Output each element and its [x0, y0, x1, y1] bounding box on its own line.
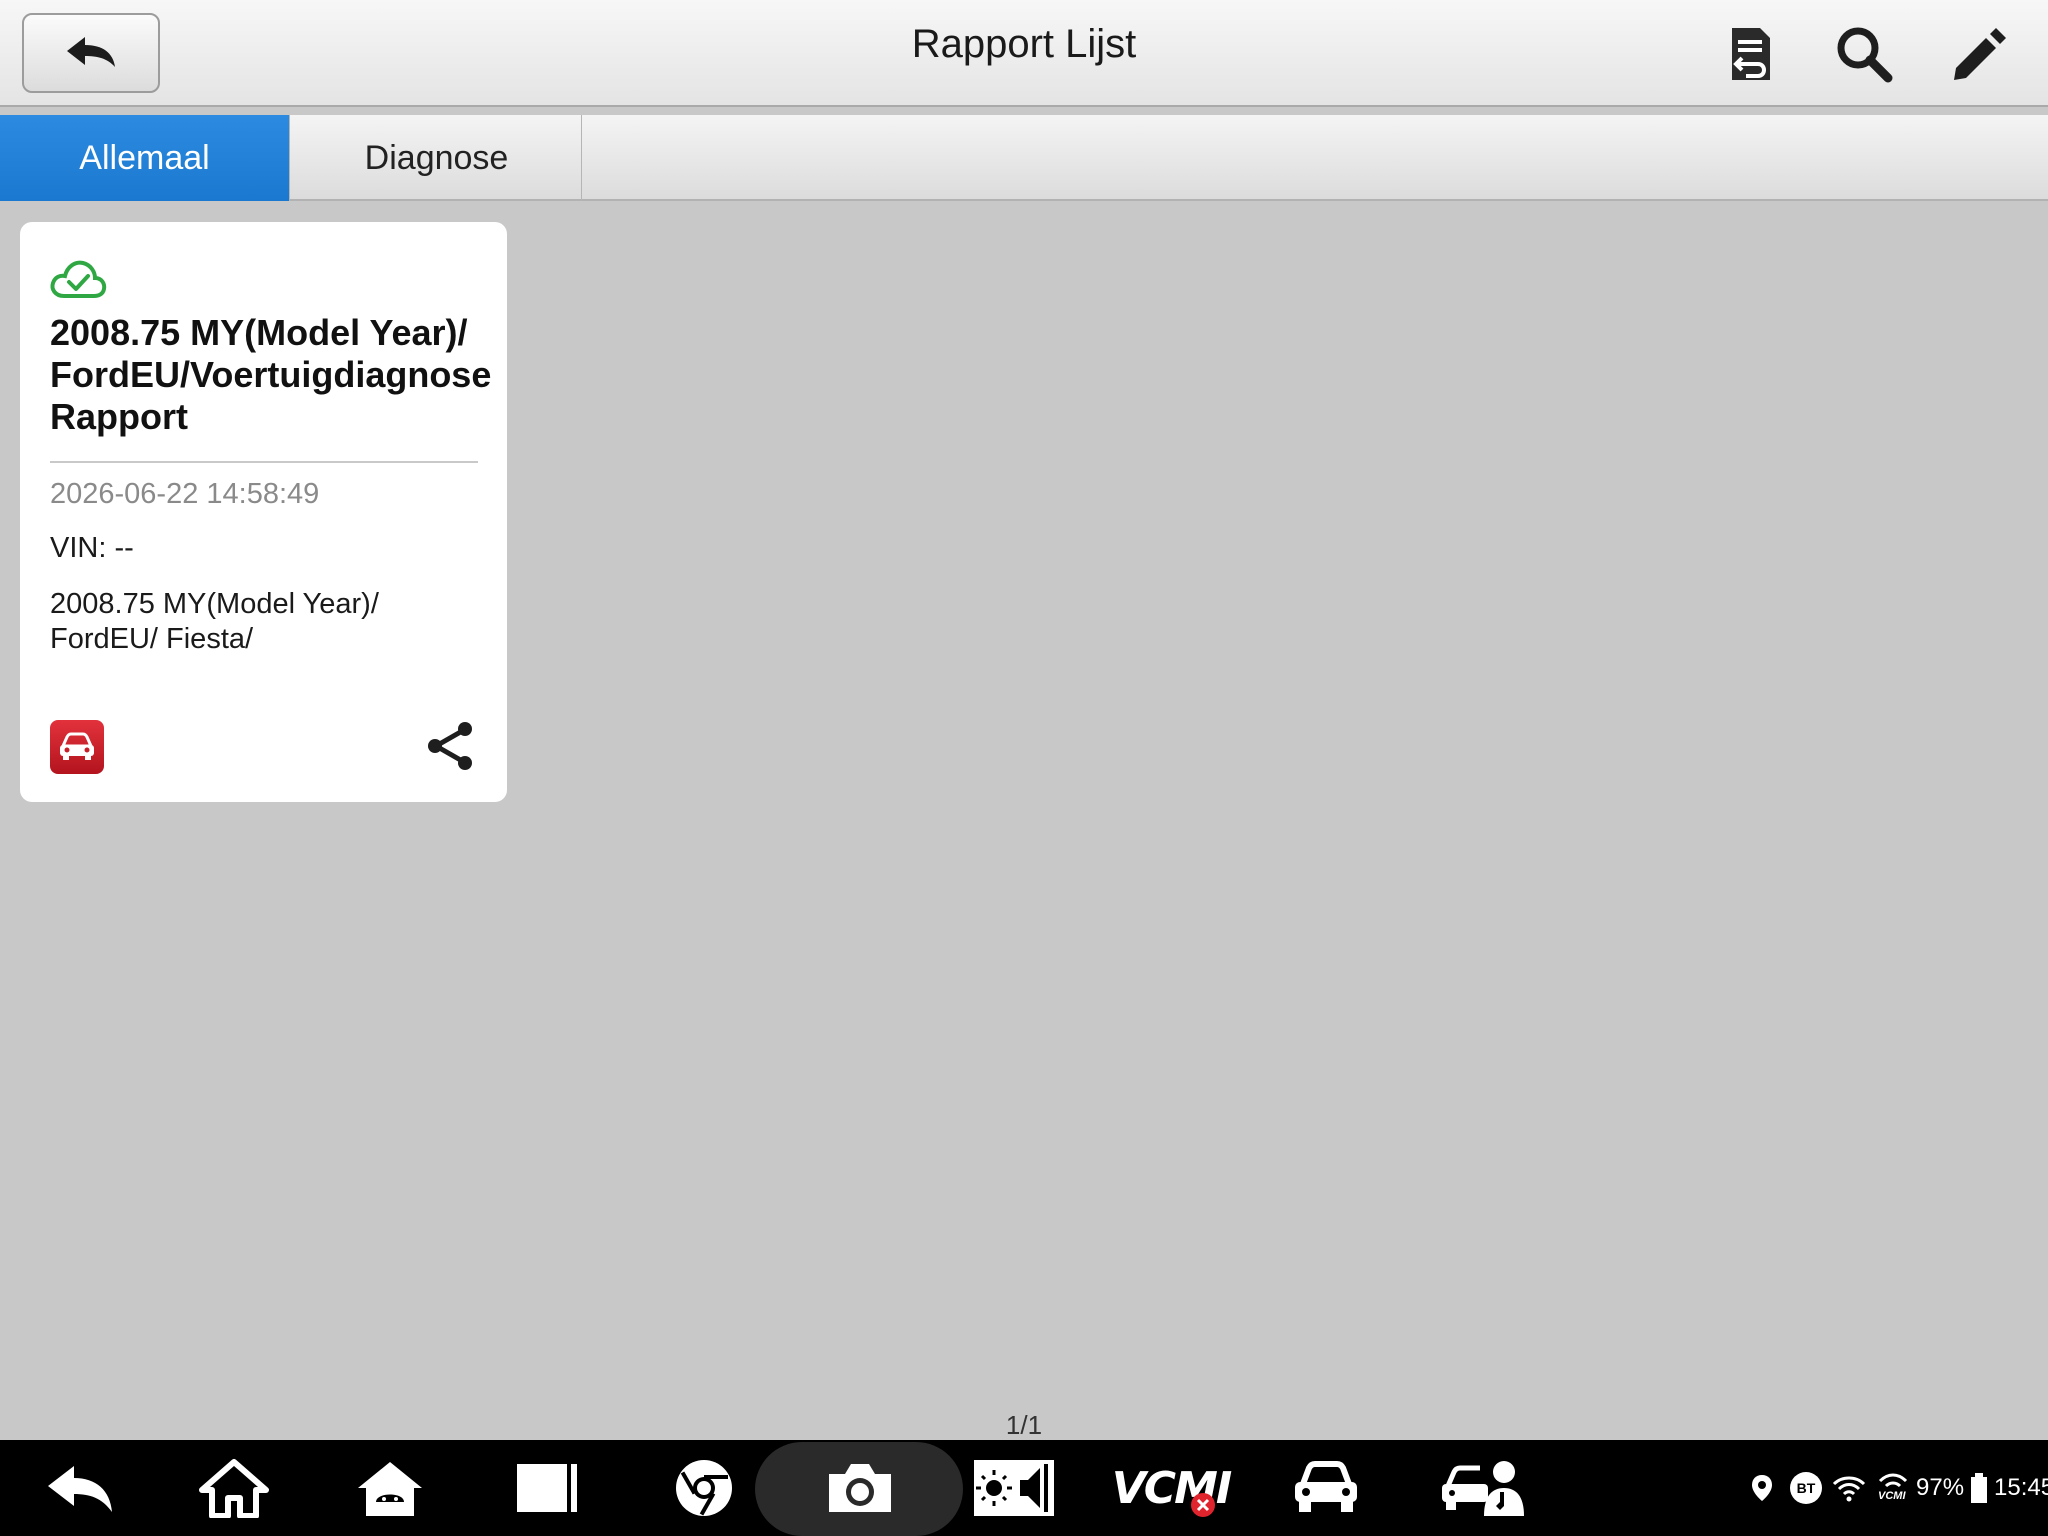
nav-back-icon	[48, 1466, 112, 1512]
report-vin: VIN: --	[50, 532, 134, 564]
nav-home-button[interactable]	[194, 1458, 274, 1518]
vcmi-disconnected-icon	[1191, 1493, 1215, 1517]
nav-vehicle-button[interactable]	[1286, 1458, 1366, 1518]
share-icon[interactable]	[422, 718, 478, 774]
report-title: 2008.75 MY(Model Year)/ FordEU/Voertuigd…	[50, 312, 492, 437]
edit-pencil-icon[interactable]	[1946, 22, 2010, 86]
tab-diagnose[interactable]: Diagnose	[292, 115, 582, 201]
wifi-icon	[1832, 1476, 1866, 1502]
bluetooth-badge: BT	[1790, 1472, 1822, 1504]
nav-remote-expert-button[interactable]	[1440, 1458, 1524, 1518]
system-nav-bar: VCMI BT VCMI 97% 15:45	[0, 1440, 2048, 1536]
battery-percent: 97%	[1916, 1474, 1965, 1501]
android-home-icon	[358, 1462, 422, 1516]
car-technician-icon	[1442, 1461, 1524, 1516]
nav-browser-button[interactable]	[664, 1458, 744, 1518]
vcmi-small-label: VCMI	[1878, 1490, 1906, 1502]
status-area: BT VCMI 97% 15:45	[1750, 1440, 2048, 1536]
home-icon	[199, 1459, 269, 1518]
nav-back-button[interactable]	[40, 1458, 120, 1518]
tab-bar: Allemaal Diagnose	[0, 115, 2048, 201]
report-return-icon[interactable]	[1718, 22, 1782, 86]
nav-screenshot-button[interactable]	[820, 1458, 900, 1518]
recents-icon	[517, 1464, 577, 1512]
car-icon	[1295, 1461, 1357, 1512]
camera-icon	[829, 1464, 891, 1512]
chrome-icon	[676, 1460, 732, 1516]
pagination-indicator: 1/1	[1005, 1410, 1043, 1440]
tab-allemaal[interactable]: Allemaal	[0, 115, 290, 201]
brightness-volume-icon	[974, 1460, 1054, 1516]
nav-vcmi-button[interactable]: VCMI	[1112, 1458, 1232, 1518]
report-date: 2026-06-22 14:58:49	[50, 478, 320, 510]
vcmi-wifi-indicator: VCMI	[1876, 1471, 1910, 1505]
nav-recents-button[interactable]	[508, 1458, 588, 1518]
card-divider	[50, 461, 478, 463]
report-card[interactable]: 2008.75 MY(Model Year)/ FordEU/Voertuigd…	[20, 222, 507, 802]
screen: Rapport Lijst Allemaal Diagnose 2008.75 …	[0, 0, 2048, 1536]
nav-android-home-button[interactable]	[350, 1458, 430, 1518]
search-icon[interactable]	[1832, 22, 1896, 86]
report-vehicle-path: 2008.75 MY(Model Year)/ FordEU/ Fiesta/	[50, 588, 379, 655]
car-diagnosis-icon	[50, 720, 104, 774]
title-bar: Rapport Lijst	[0, 0, 2048, 107]
bluetooth-label: BT	[1796, 1480, 1816, 1496]
vcmi-signal-icon	[1878, 1473, 1908, 1488]
clock-time: 15:45	[1994, 1474, 2048, 1501]
nav-display-sound-button[interactable]	[972, 1458, 1056, 1518]
cloud-check-icon	[50, 260, 107, 298]
battery-icon	[1971, 1473, 1988, 1503]
location-icon	[1752, 1475, 1772, 1501]
